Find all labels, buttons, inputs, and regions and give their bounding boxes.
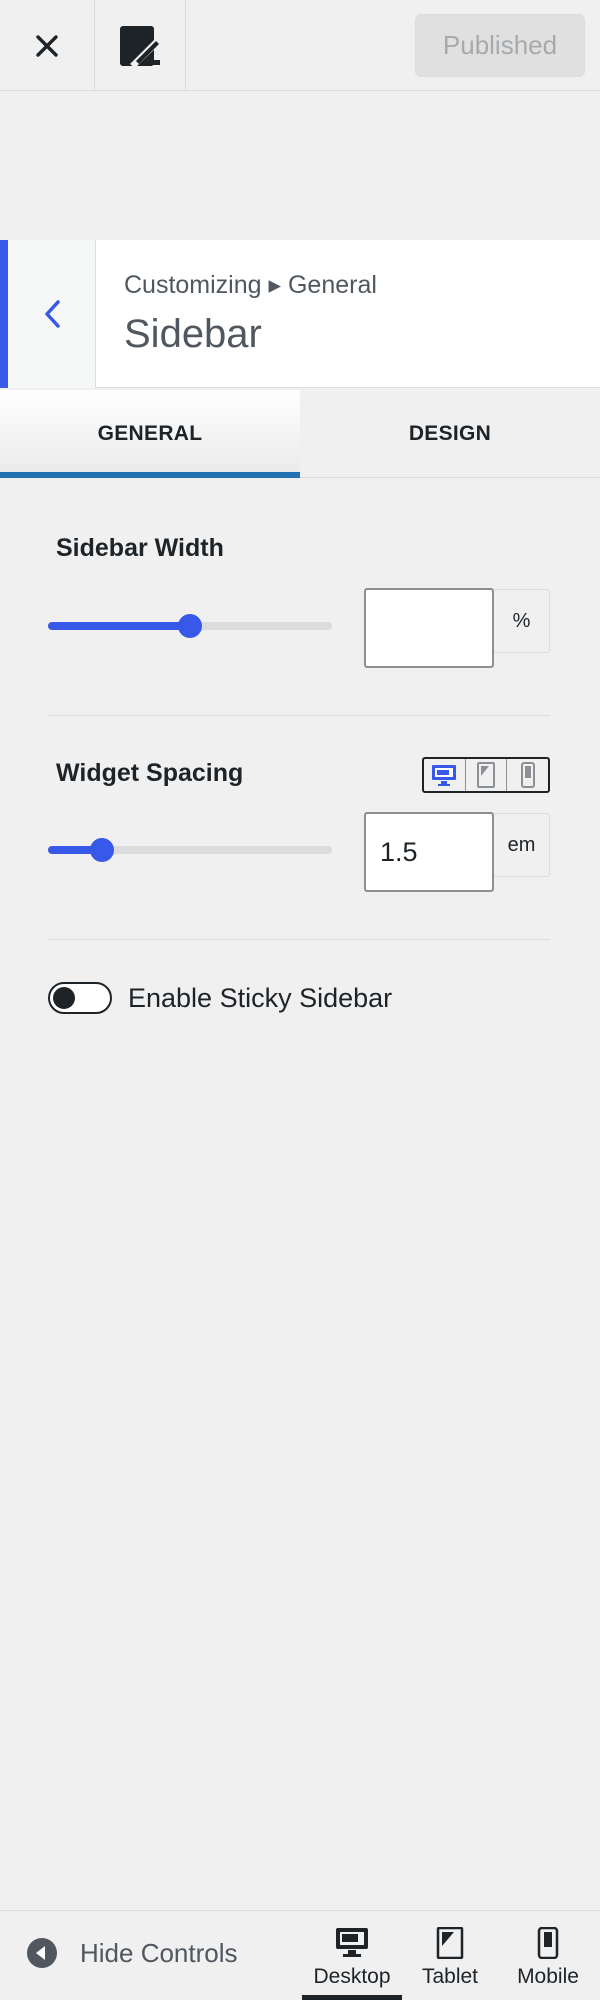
sidebar-width-slider-thumb[interactable] (178, 614, 202, 638)
customize-style-button[interactable] (95, 0, 186, 91)
customizer-header: Published (0, 0, 600, 91)
widget-spacing-input[interactable]: 1.5 (364, 812, 494, 892)
widget-spacing-slider[interactable] (48, 838, 332, 862)
collapse-arrow-icon (27, 1938, 57, 1968)
sidebar-width-slider[interactable] (48, 614, 332, 638)
device-tablet-option[interactable] (466, 759, 508, 791)
widget-spacing-label: Widget Spacing (56, 759, 244, 787)
sticky-sidebar-toggle[interactable] (48, 982, 112, 1014)
preview-mobile-button[interactable]: Mobile (500, 1927, 596, 2000)
sidebar-width-unit: % (494, 589, 550, 653)
divider (48, 715, 550, 716)
sidebar-width-input[interactable] (364, 588, 494, 668)
tab-design[interactable]: DESIGN (300, 390, 600, 478)
published-button[interactable]: Published (415, 14, 585, 77)
desktop-icon (336, 1928, 368, 1957)
mobile-icon (537, 1927, 559, 1959)
preview-desktop-button[interactable]: Desktop (302, 1927, 402, 2000)
desktop-icon (432, 765, 457, 786)
tab-bar: GENERAL DESIGN (0, 390, 600, 478)
responsive-device-switcher (422, 757, 550, 793)
section-header: Customizing ▸ General Sidebar (0, 240, 600, 388)
sidebar-width-label: Sidebar Width (56, 534, 224, 562)
hide-controls-label: Hide Controls (80, 1937, 238, 1968)
section-title: Sidebar (124, 312, 262, 356)
widget-spacing-unit: em (494, 813, 550, 877)
breadcrumb: Customizing ▸ General (124, 271, 377, 299)
sidebar-width-slider-fill (48, 622, 190, 630)
back-button[interactable] (0, 240, 96, 388)
preview-desktop-label: Desktop (313, 1965, 391, 1988)
close-button[interactable] (0, 0, 95, 91)
hide-controls-button[interactable]: Hide Controls (26, 1937, 238, 1969)
chevron-left-icon (44, 300, 60, 328)
preview-mobile-label: Mobile (517, 1965, 579, 1988)
paintbrush-icon (120, 25, 161, 68)
device-mobile-option[interactable] (507, 759, 548, 791)
sticky-sidebar-label: Enable Sticky Sidebar (128, 983, 393, 1013)
toggle-knob (53, 987, 75, 1009)
tablet-icon (436, 1927, 464, 1959)
preview-tablet-label: Tablet (421, 1965, 479, 1988)
tab-general[interactable]: GENERAL (0, 390, 300, 478)
widget-spacing-slider-thumb[interactable] (89, 838, 114, 862)
preview-tablet-button[interactable]: Tablet (402, 1927, 498, 2000)
device-desktop-option[interactable] (424, 759, 466, 791)
customizer-footer: Hide Controls Desktop Tablet Mobile (0, 1910, 600, 2000)
divider (48, 939, 550, 940)
close-icon (36, 34, 58, 57)
mobile-icon (520, 762, 535, 788)
tablet-icon (477, 762, 495, 788)
